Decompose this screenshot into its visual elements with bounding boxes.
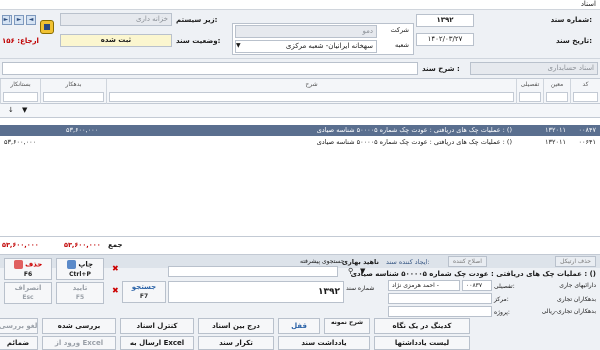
tafsili-label: تفصیلی: (494, 283, 515, 290)
coding-overview-button[interactable]: کدینگ در یک نگاه (374, 318, 470, 334)
col-code[interactable]: کد (570, 79, 600, 105)
doc-number-search-label: شماره سند (346, 285, 375, 292)
control-docs-button[interactable]: کنترل اسناد (120, 318, 194, 334)
chevron-down-icon[interactable]: ▼ (236, 42, 241, 49)
tafsili-value[interactable]: احمد هرمزی نژاد - (388, 280, 460, 291)
window-title: اسناد (580, 0, 596, 8)
company-branch-group: شرکت دمو شعبه سهخانه ایرانیان- شعبه مرکز… (232, 23, 414, 55)
doc-date-label: تاریخ سند: (556, 37, 592, 45)
nav-prev-button[interactable]: ◄ (26, 15, 36, 25)
archive-icon[interactable] (40, 20, 54, 34)
export-excel-button[interactable]: ارسال به Excel (120, 336, 194, 350)
company-select[interactable]: دمو (235, 25, 377, 38)
document-header: شماره سند: ۱۳۹۲ تاریخ سند: ۱۴۰۲/۰۳/۲۷ شر… (0, 10, 600, 58)
close-icon[interactable]: ✖ (112, 286, 119, 295)
detail-panel: عملیات چک های دریافتی : عودت چک شماره ۵۰… (0, 258, 600, 350)
delete-article-button[interactable]: حذف ارتیکل (555, 256, 596, 267)
description-row: اسناد حسابداری شرح سند : (0, 58, 600, 78)
col-desc[interactable]: شرح (106, 79, 516, 105)
totals-label: جمع (108, 241, 123, 249)
description-label: شرح سند : (422, 65, 460, 73)
tafsili-code[interactable]: ۰۰۸۳۷ (462, 280, 492, 291)
branch-label: شعبه (394, 41, 409, 49)
filter-desc[interactable] (109, 92, 514, 102)
issuer-label: ایجاد کننده سند: (386, 258, 430, 266)
subsystem-field[interactable]: خزانه داری (60, 13, 172, 26)
markaz-field[interactable] (388, 293, 492, 304)
search-binoculars-icon[interactable]: ⚲ (348, 267, 353, 275)
advanced-search-label[interactable]: جستجوی پیشرفته (300, 258, 345, 265)
lock-button[interactable]: قفل (278, 318, 320, 334)
col-credit[interactable]: بستانکار (0, 79, 40, 105)
row-description-button[interactable]: شرح نمونه (324, 318, 370, 334)
company-label: شرکت (390, 26, 409, 34)
account-3: بدهکاران تجاری-ریالی (541, 308, 596, 315)
col-debit[interactable]: بدهکار (40, 79, 106, 105)
grid-header: کد معین تفصیلی شرح بدهکار بستانکار (0, 78, 600, 105)
reference-label: ارجاع: ۱۵۶ (2, 37, 39, 45)
advanced-search-input[interactable] (168, 266, 338, 277)
col-sub[interactable]: معین (543, 79, 570, 105)
print-button[interactable]: چاپ Ctrl+P (56, 258, 104, 280)
attachments-button[interactable]: ضمائم (0, 336, 38, 350)
search-button[interactable]: جستجو F7 (122, 281, 166, 303)
markaz-label: مرکز: (494, 296, 509, 303)
credit-total: ۵۳,۶۰۰,۰۰۰ (64, 241, 101, 249)
project-field[interactable] (388, 306, 492, 317)
filter-icon[interactable]: ▼ (360, 267, 365, 275)
import-excel-button[interactable]: ورود از Excel (42, 336, 116, 350)
notes-list-button[interactable]: لیست یادداشتها (374, 336, 470, 350)
review-button[interactable]: بررسی شده (42, 318, 116, 334)
project-label: پروژه: (494, 309, 510, 316)
branch-select[interactable]: سهخانه ایرانیان- شعبه مرکزی (235, 40, 377, 53)
issuer-value: ناهید بهاری (342, 258, 379, 266)
printer-icon (66, 260, 76, 269)
cancel-button[interactable]: انصراف Esc (4, 282, 52, 304)
doc-type-field[interactable]: اسناد حسابداری (470, 62, 598, 75)
table-row[interactable]: ۰۰۶۴۱ ۱۳۲۰۱۱ عملیات چک های دریافتی : عود… (0, 137, 600, 148)
grid-toolstrip: ↓ ▼ (0, 104, 600, 118)
doc-number-search-input[interactable]: ۱۳۹۲ (168, 281, 344, 303)
doc-number-label: شماره سند: (550, 16, 592, 24)
confirm-button[interactable]: تایید F5 (56, 282, 104, 304)
table-row[interactable]: ۰۰۸۴۷ ۱۳۲۰۱۱ عملیات چک های دریافتی : عود… (0, 125, 600, 136)
totals-row: ۵۳,۶۰۰,۰۰۰ ۵۳,۶۰۰,۰۰۰ جمع (0, 236, 600, 254)
detail-info-text: عملیات چک های دریافتی : عودت چک شماره ۵۰… (350, 270, 596, 278)
account-1: دارائیهای جاری (559, 282, 596, 289)
filter-icon[interactable]: ▼ (22, 106, 27, 114)
filter-sub[interactable] (546, 92, 568, 102)
doc-date-field[interactable]: ۱۴۰۲/۰۳/۲۷ (416, 33, 474, 46)
description-input[interactable] (2, 62, 418, 75)
nav-last-button[interactable]: ►| (2, 15, 12, 25)
delete-icon (13, 260, 23, 269)
filter-credit[interactable] (3, 92, 38, 102)
doc-status-label: وضعیت سند: (176, 37, 221, 45)
close-icon[interactable]: ✖ (112, 264, 119, 273)
filter-debit[interactable] (43, 92, 104, 102)
doc-note-button[interactable]: یادداشت سند (278, 336, 370, 350)
repeat-doc-button[interactable]: تکرار سند (198, 336, 274, 350)
nav-next-button[interactable]: ► (14, 15, 24, 25)
insert-between-button[interactable]: درج بین اسناد (198, 318, 274, 334)
subsystem-label: زیر سیستم: (176, 16, 218, 24)
col-tafsili[interactable]: تفصیلی (516, 79, 543, 105)
title-bar: اسناد (0, 0, 600, 10)
account-2: بدهکاران تجاری (557, 296, 596, 303)
filter-code[interactable] (573, 92, 598, 102)
debit-total: ۵۳,۶۰۰,۰۰۰ (2, 241, 39, 249)
cancel-review-button[interactable]: لغو بررسی (0, 318, 38, 334)
sort-down-icon[interactable]: ↓ (8, 106, 14, 114)
doc-number-field[interactable]: ۱۳۹۲ (416, 14, 474, 27)
articles-grid: ۰۰۸۴۷ ۱۳۲۰۱۱ عملیات چک های دریافتی : عود… (0, 118, 600, 236)
delete-button[interactable]: حذف F6 (4, 258, 52, 280)
filter-tafsili[interactable] (519, 92, 541, 102)
doc-status-field: ثبت شده (60, 34, 172, 47)
editor-button[interactable]: اصلاح کننده (448, 256, 487, 267)
